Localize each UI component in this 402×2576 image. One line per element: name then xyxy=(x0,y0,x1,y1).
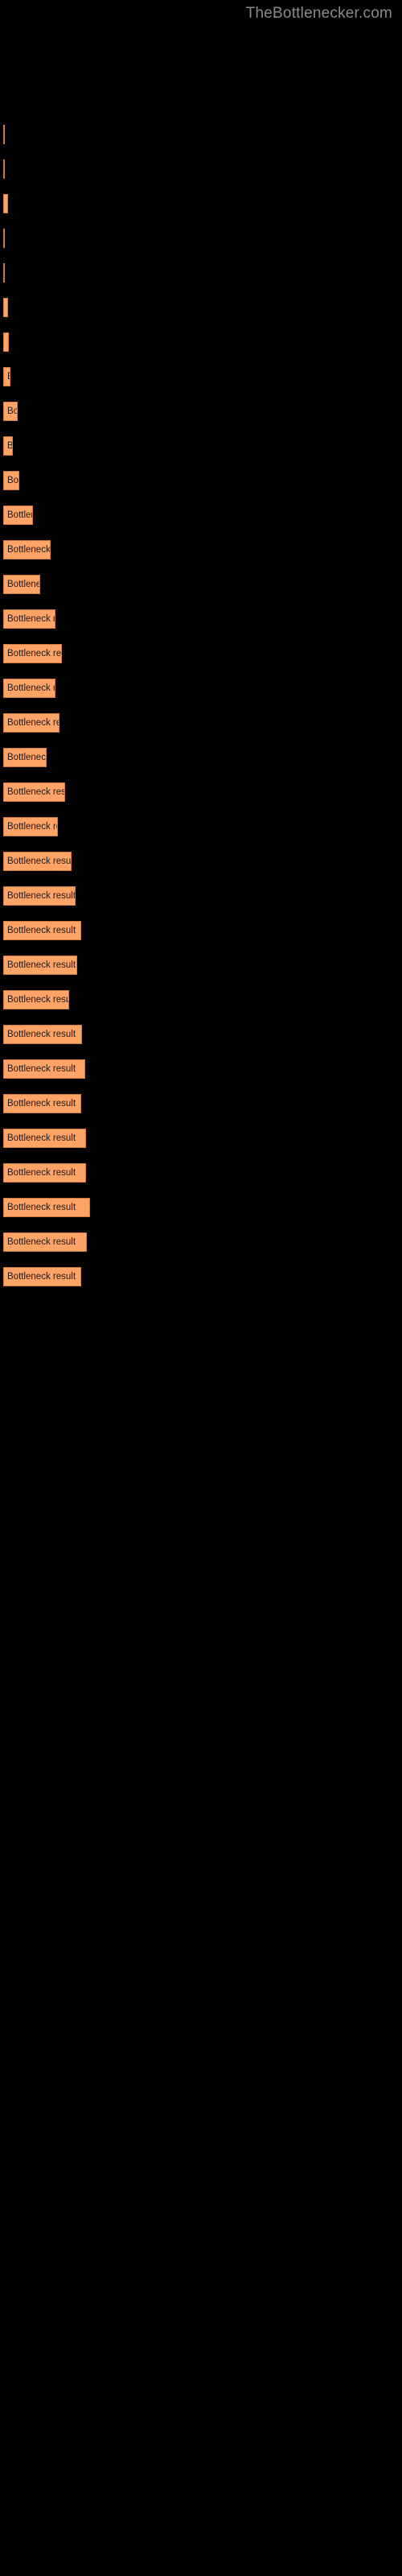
chart-bar: Bottleneck result xyxy=(3,1129,86,1148)
chart-bar: Bottleneck result xyxy=(3,644,62,663)
chart-bar-row: Bottleneck result xyxy=(3,540,51,559)
chart-bar-label: Bottleneck result xyxy=(7,926,76,935)
chart-bar-label: Bottleneck result xyxy=(7,1064,76,1074)
chart-bar: Bottleneck result xyxy=(3,1198,90,1217)
chart-bar-label: Bottleneck result xyxy=(7,787,65,797)
chart-bar-label: Bottleneck result xyxy=(4,372,10,382)
chart-bar-row xyxy=(3,159,5,179)
chart-bar: Bottleneck result xyxy=(3,609,55,629)
chart-bar-row: Bottleneck result xyxy=(3,1267,81,1286)
chart-bar: Bottleneck result xyxy=(3,956,77,975)
chart-bar-row: Bottleneck result xyxy=(3,782,65,802)
chart-bar-label: Bottleneck result xyxy=(7,995,69,1005)
chart-bar-row: Bottleneck result xyxy=(3,1025,82,1044)
chart-bar: Bottleneck result xyxy=(3,990,69,1009)
chart-bar: Bottleneck result xyxy=(3,436,13,456)
chart-bar-row: Bottleneck result xyxy=(3,679,55,698)
chart-bar: Bottleneck result xyxy=(3,471,19,490)
chart-bar-label: Bottleneck result xyxy=(7,441,13,451)
chart-bar: Bottleneck result xyxy=(3,194,8,213)
chart-bar: Bottleneck result xyxy=(3,1059,85,1079)
chart-bar: Bottleneck result xyxy=(3,1094,81,1113)
chart-bar-label: Bottleneck result xyxy=(7,1272,76,1282)
chart-bar-label: Bottleneck result xyxy=(7,683,55,693)
chart-bar-label: Bottleneck result xyxy=(7,510,32,520)
chart-bar-label: Bottleneck result xyxy=(7,891,76,901)
chart-bar-row: Bottleneck result xyxy=(3,1094,81,1113)
chart-bar: Bottleneck result xyxy=(3,748,47,767)
chart-bar-row: Bottleneck result xyxy=(3,852,72,871)
chart-bar-row: Bottleneck result xyxy=(3,1232,87,1252)
chart-bar-row: Bottleneck result xyxy=(3,332,9,352)
chart-bar xyxy=(3,125,5,144)
chart-bar-label: Bottleneck result xyxy=(4,303,7,312)
chart-bar: Bottleneck result xyxy=(3,506,33,525)
chart-bar-label: Bottleneck result xyxy=(7,476,19,485)
chart-bar-label: Bottleneck result xyxy=(7,822,57,832)
chart-bar-row xyxy=(3,229,5,248)
chart-bar-row: Bottleneck result xyxy=(3,748,47,767)
chart-bar-row: Bottleneck result xyxy=(3,921,81,940)
chart-bar-row: Bottleneck result xyxy=(3,609,55,629)
chart-bar: Bottleneck result xyxy=(3,679,55,698)
chart-bar-label: Bottleneck result xyxy=(7,753,47,762)
chart-bar: Bottleneck result xyxy=(3,1232,87,1252)
chart-bar-row: Bottleneck result xyxy=(3,402,18,421)
chart-bar-label: Bottleneck result xyxy=(7,857,72,866)
chart-bar-label: Bottleneck result xyxy=(7,1099,76,1108)
chart-bar-label: Bottleneck result xyxy=(7,614,55,624)
chart-bar-label: Bottleneck result xyxy=(7,1133,76,1143)
chart-bar-label: Bottleneck result xyxy=(7,1030,76,1039)
chart-bar-label: Bottleneck result xyxy=(7,545,51,555)
chart-bar-row: Bottleneck result xyxy=(3,1163,86,1183)
chart-bar-row: Bottleneck result xyxy=(3,1059,85,1079)
chart-bar: Bottleneck result xyxy=(3,540,51,559)
chart-bar-row: Bottleneck result xyxy=(3,471,19,490)
chart-bar-label: Bottleneck result xyxy=(4,337,8,347)
bottleneck-bar-chart: Bottleneck result Bottleneck result Bottle… xyxy=(0,0,402,2576)
chart-bar-row: Bottleneck result xyxy=(3,990,69,1009)
chart-bar: Bottleneck result xyxy=(3,713,59,733)
chart-bar-label: Bottleneck result xyxy=(4,199,7,208)
chart-bar-row: Bottleneck result xyxy=(3,817,58,836)
chart-bar xyxy=(3,229,5,248)
chart-bar xyxy=(3,263,5,283)
chart-bar: Bottleneck result xyxy=(3,402,18,421)
chart-bar-label: Bottleneck result xyxy=(7,1168,76,1178)
chart-bar: Bottleneck result xyxy=(3,817,58,836)
chart-bar-row: Bottleneck result xyxy=(3,367,10,386)
chart-bar: Bottleneck result xyxy=(3,1163,86,1183)
chart-bar: Bottleneck result xyxy=(3,921,81,940)
chart-bar: Bottleneck result xyxy=(3,782,65,802)
chart-bar: Bottleneck result xyxy=(3,1267,81,1286)
chart-bar-label: Bottleneck result xyxy=(7,1203,76,1212)
chart-bar-label: Bottleneck result xyxy=(7,580,39,589)
chart-bar-row: Bottleneck result xyxy=(3,1129,86,1148)
chart-bar: Bottleneck result xyxy=(3,852,72,871)
chart-bar-label: Bottleneck result xyxy=(7,1237,76,1247)
chart-bar-row: Bottleneck result xyxy=(3,886,76,906)
chart-bar-row: Bottleneck result xyxy=(3,1198,90,1217)
chart-bar-row: Bottleneck result xyxy=(3,713,59,733)
chart-bar: Bottleneck result xyxy=(3,575,40,594)
chart-bar-row: Bottleneck result xyxy=(3,506,33,525)
chart-bar-label: Bottleneck result xyxy=(7,718,59,728)
chart-bar-label: Bottleneck result xyxy=(7,960,76,970)
chart-bar-label: Bottleneck result xyxy=(7,649,62,658)
chart-bar-row: Bottleneck result xyxy=(3,644,62,663)
chart-bar: Bottleneck result xyxy=(3,298,8,317)
chart-bar-row: Bottleneck result xyxy=(3,436,13,456)
chart-bar-row xyxy=(3,263,5,283)
chart-bar-row: Bottleneck result xyxy=(3,298,8,317)
chart-bar: Bottleneck result xyxy=(3,367,10,386)
chart-bar xyxy=(3,159,5,179)
chart-bar: Bottleneck result xyxy=(3,886,76,906)
chart-bar-row: Bottleneck result xyxy=(3,956,77,975)
chart-bar-row: Bottleneck result xyxy=(3,194,8,213)
chart-bar-row: Bottleneck result xyxy=(3,575,40,594)
chart-bar-label: Bottleneck result xyxy=(7,407,18,416)
chart-bar: Bottleneck result xyxy=(3,332,9,352)
chart-bar: Bottleneck result xyxy=(3,1025,82,1044)
chart-bar-row xyxy=(3,125,5,144)
